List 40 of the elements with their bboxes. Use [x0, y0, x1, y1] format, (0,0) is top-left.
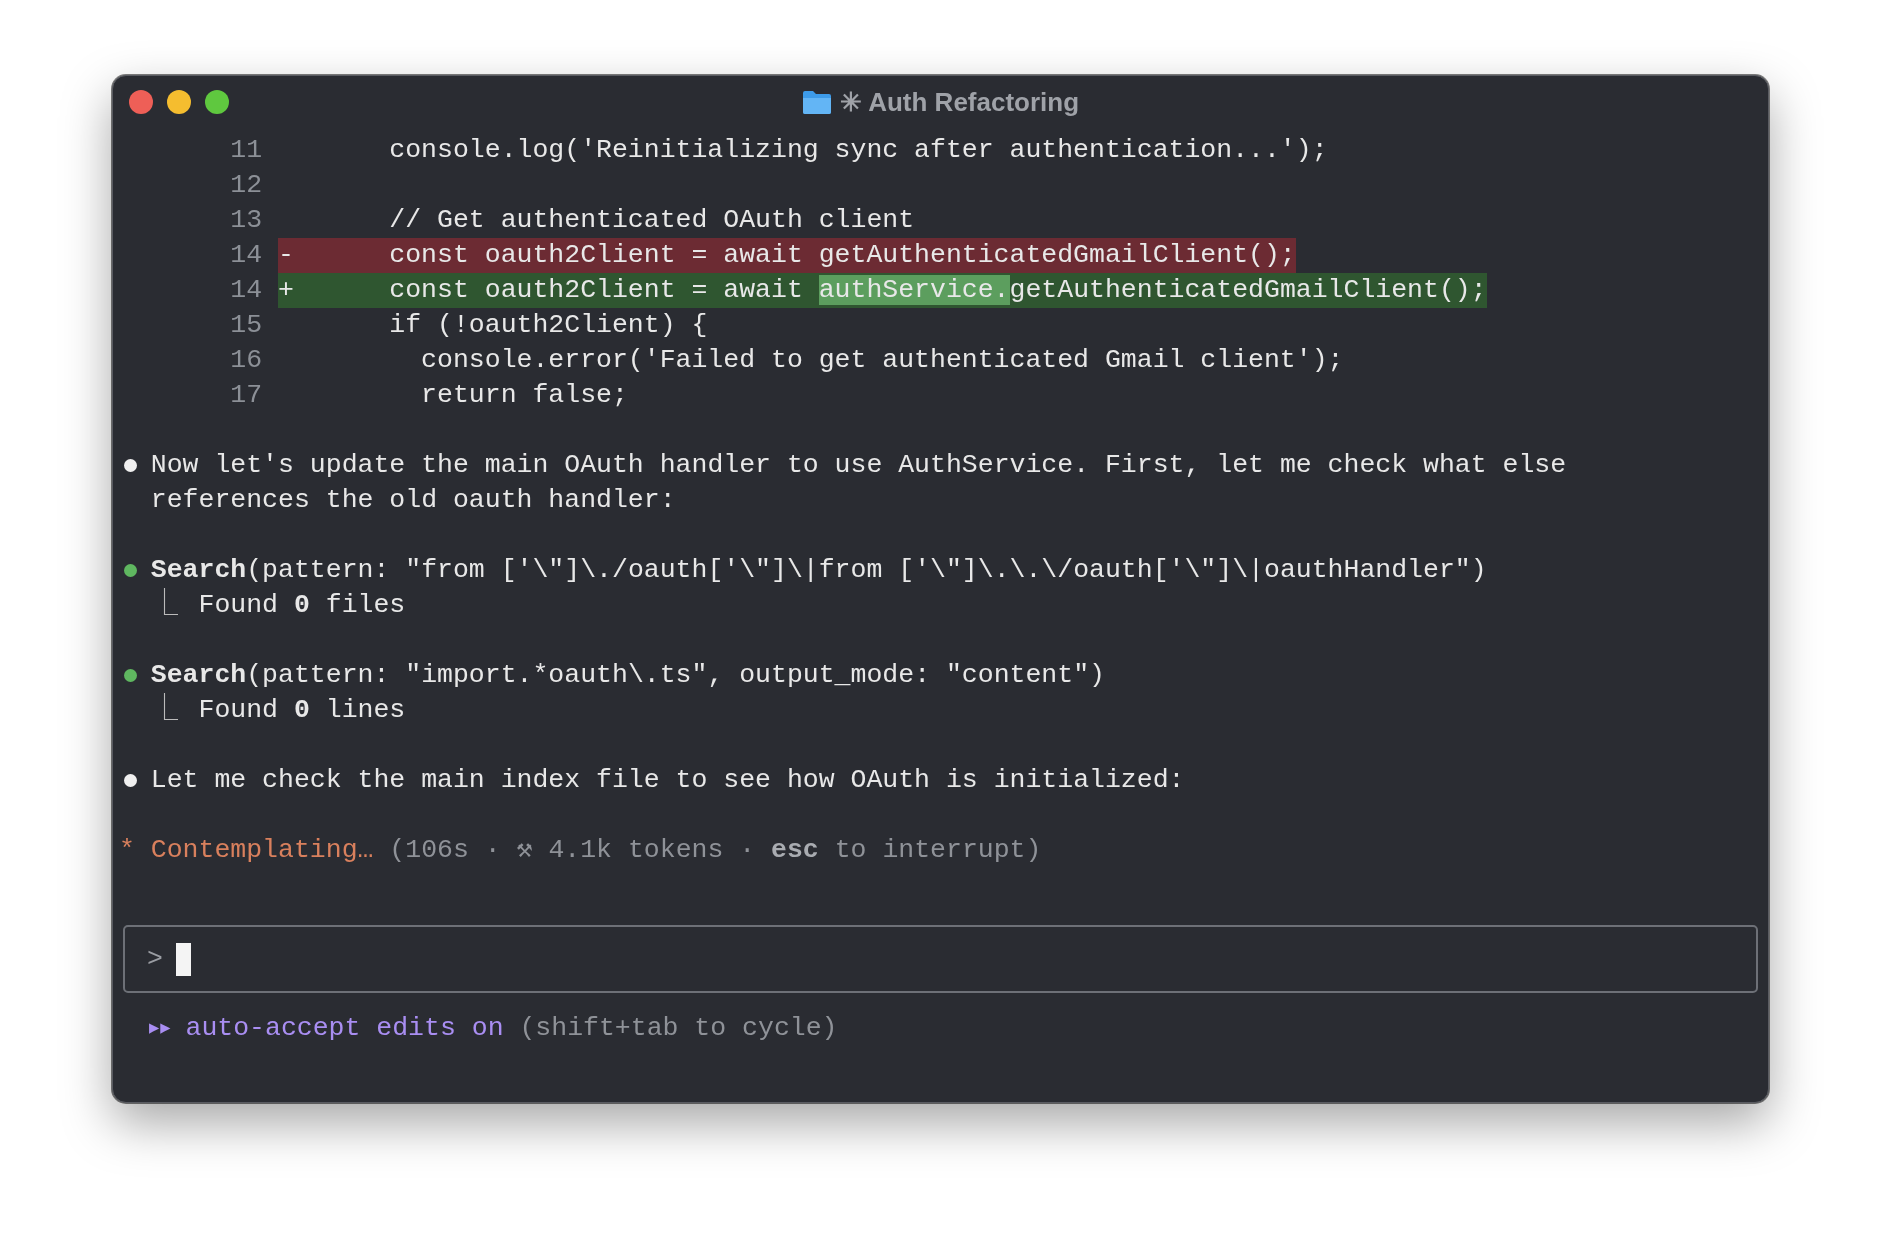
window-title: ✳ Auth Refactoring — [839, 86, 1080, 118]
diff-marker: - — [278, 240, 294, 270]
zoom-button[interactable] — [205, 90, 229, 114]
result-connector: ⎿ — [150, 693, 179, 727]
line-number: 17 — [229, 379, 263, 412]
text-cursor — [175, 942, 191, 976]
tool-result: Found 0 lines — [198, 694, 406, 727]
code-line: const oauth2Client = await authService.getAuthenticatedGmailClient(); — [389, 274, 1487, 307]
tool-arguments: (pattern: "from ['\"]\./oauth['\"]\|from ['\"]\.\.\/oauth['\"]\|oauthHandler") — [246, 555, 1487, 585]
close-button[interactable] — [129, 90, 153, 114]
tool-result: Found 0 files — [198, 589, 406, 622]
line-number: 14 — [229, 239, 263, 272]
mode-glyph: ▶▶ — [149, 1018, 172, 1040]
code-line: console.log('Reinitializing sync after authentication...'); — [389, 134, 1328, 167]
mode-label: auto-accept edits on — [185, 1012, 504, 1045]
code-line: // Get authenticated OAuth client — [389, 204, 915, 237]
folder-icon — [801, 89, 832, 115]
tool-arguments: (pattern: "import.*oauth\.ts", output_mode: "content") — [246, 660, 1105, 690]
line-number: 13 — [229, 204, 263, 237]
status-detail: (106s · ⚒ 4.1k tokens · esc to interrupt) — [389, 834, 1042, 867]
line-number: 11 — [229, 134, 263, 167]
mode-hint: (shift+tab to cycle) — [519, 1012, 838, 1045]
status-label: Contemplating… — [150, 834, 374, 867]
line-number: 14 — [229, 274, 263, 307]
line-number: 15 — [229, 309, 263, 342]
result-connector: ⎿ — [150, 588, 179, 622]
message-text: Let me check the main index file to see how OAuth is initialized: — [150, 764, 1185, 797]
line-number: 12 — [229, 169, 263, 202]
line-number: 16 — [229, 344, 263, 377]
code-line: return false; — [420, 379, 628, 412]
code-line: if (!oauth2Client) { — [389, 309, 708, 342]
code-line: const oauth2Client = await getAuthenticatedGmailClient(); — [389, 239, 1296, 272]
tool-name: Search — [150, 660, 247, 690]
code-line: console.error('Failed to get authenticated Gmail client'); — [420, 344, 1344, 377]
input-field[interactable]: > — [123, 925, 1758, 993]
spinner-glyph: * — [119, 834, 136, 867]
tool-name: Search — [150, 555, 247, 585]
minimize-button[interactable] — [167, 90, 191, 114]
diff-marker: + — [278, 275, 294, 305]
message-text: Now let's update the main OAuth handler to use AuthService. First, let me check what else references the old oauth handler: — [150, 449, 1568, 517]
